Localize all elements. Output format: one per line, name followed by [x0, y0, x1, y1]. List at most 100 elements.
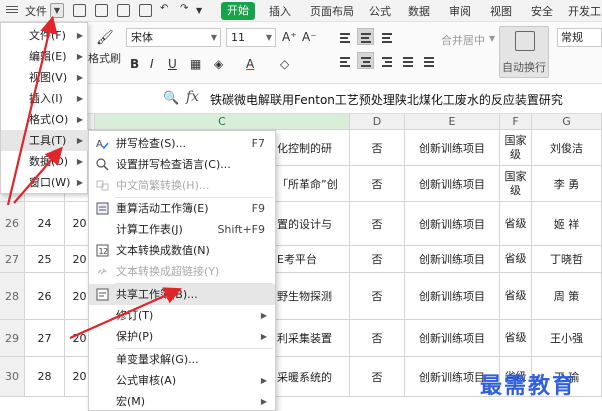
cell-level[interactable]: 省级	[500, 246, 532, 273]
cell-flag[interactable]: 否	[350, 320, 405, 357]
tab-formula[interactable]: 公式	[369, 3, 391, 19]
side-menu-data[interactable]: 数据(D) ▶	[1, 151, 89, 172]
italic-icon[interactable]: I	[150, 57, 154, 71]
redo-icon[interactable]: ↷	[180, 3, 188, 14]
bold-icon[interactable]: B	[130, 57, 139, 71]
align-bottom-button[interactable]	[378, 28, 395, 45]
tab-view[interactable]: 视图	[490, 3, 512, 19]
row-header[interactable]: 30	[0, 357, 25, 397]
side-menu-insert[interactable]: 插入(I) ▶	[1, 88, 89, 109]
align-top-button[interactable]	[336, 28, 353, 45]
hamburger-menu-icon[interactable]	[6, 4, 18, 16]
menu-item-formula-audit[interactable]: 公式审核(A) ▶	[89, 370, 275, 391]
font-color-icon[interactable]: A	[246, 57, 254, 71]
cell-type[interactable]: 创新训练项目	[405, 130, 500, 166]
menu-item-spell-language[interactable]: 设置拼写检查语言(C)...	[89, 154, 275, 175]
column-header-e[interactable]: E	[405, 114, 500, 130]
cell-type[interactable]: 创新训练项目	[405, 273, 500, 320]
row-header[interactable]: 29	[0, 320, 25, 357]
menu-item-protect[interactable]: 保护(P) ▶	[89, 326, 275, 347]
align-right-button[interactable]	[378, 52, 395, 69]
format-painter-icon[interactable]: 🖌	[96, 30, 114, 46]
row-header[interactable]: 28	[0, 273, 25, 320]
column-header-d[interactable]: D	[350, 114, 405, 130]
cell-seq[interactable]: 25	[25, 246, 65, 273]
cell-leader[interactable]: 李 勇	[532, 166, 602, 202]
justify-button[interactable]	[399, 52, 416, 69]
cell-level[interactable]: 省级	[500, 273, 532, 320]
menu-item-goal-seek[interactable]: 单变量求解(G)...	[89, 349, 275, 370]
align-center-button[interactable]	[357, 52, 374, 69]
side-menu-format[interactable]: 格式(O) ▶	[1, 109, 89, 130]
fx-icon[interactable]: fx	[186, 89, 199, 105]
tab-page-layout[interactable]: 页面布局	[310, 3, 354, 19]
menu-item-spell-check[interactable]: A 拼写检查(S)... F7	[89, 133, 275, 154]
align-middle-button[interactable]	[357, 28, 374, 45]
menu-item-calc-sheet[interactable]: 计算工作表(J) Shift+F9	[89, 219, 275, 240]
menu-item-track-changes[interactable]: 修订(T) ▶	[89, 305, 275, 326]
file-menu[interactable]: 文件	[25, 3, 47, 19]
cell-flag[interactable]: 否	[350, 246, 405, 273]
menu-item-macro[interactable]: 宏(M) ▶	[89, 391, 275, 411]
number-format-select[interactable]: 常规	[557, 28, 602, 47]
cell-seq[interactable]: 27	[25, 320, 65, 357]
cell-leader[interactable]: 周 策	[532, 273, 602, 320]
cell-level[interactable]: 国家级	[500, 130, 532, 166]
side-menu-window[interactable]: 窗口(W) ▶	[1, 172, 89, 193]
cell-flag[interactable]: 否	[350, 357, 405, 397]
cell-flag[interactable]: 否	[350, 273, 405, 320]
print-icon[interactable]	[117, 4, 130, 17]
cell-level[interactable]: 国家级	[500, 166, 532, 202]
cell-leader[interactable]: 丁晓哲	[532, 246, 602, 273]
side-menu-tools[interactable]: 工具(T) ▶	[1, 130, 89, 151]
cell-type[interactable]: 创新训练项目	[405, 202, 500, 246]
cell-leader[interactable]: 王小强	[532, 320, 602, 357]
new-file-icon[interactable]	[73, 4, 86, 17]
cell-seq[interactable]: 24	[25, 202, 65, 246]
row-header[interactable]: 27	[0, 246, 25, 273]
cell-level[interactable]: 省级	[500, 202, 532, 246]
side-menu-edit[interactable]: 编辑(E) ▶	[1, 46, 89, 67]
font-shrink-icon[interactable]: A⁻	[302, 30, 317, 44]
open-file-icon[interactable]	[95, 4, 108, 17]
cell-flag[interactable]: 否	[350, 202, 405, 246]
column-header-f[interactable]: F	[500, 114, 532, 130]
menu-item-text-to-hyperlink[interactable]: 文本转换成超链接(Y)	[89, 261, 275, 282]
cell-flag[interactable]: 否	[350, 130, 405, 166]
formula-content[interactable]: 铁碳微电解联用Fenton工艺预处理陕北煤化工废水的反应装置研究	[210, 91, 563, 108]
font-grow-icon[interactable]: A⁺	[282, 30, 297, 44]
distributed-button[interactable]	[420, 52, 437, 69]
row-header[interactable]: 26	[0, 202, 25, 246]
cell-leader[interactable]: 姬 祥	[532, 202, 602, 246]
column-header-c[interactable]: C	[95, 114, 350, 130]
menu-item-recalc-workbook[interactable]: 重算活动工作簿(E) F9	[89, 198, 275, 219]
tab-data[interactable]: 数据	[408, 3, 430, 19]
side-menu-view[interactable]: 视图(V) ▶	[1, 67, 89, 88]
quick-access-more-icon[interactable]: ▼	[196, 6, 202, 15]
tab-developer[interactable]: 开发工	[568, 3, 601, 19]
cell-type[interactable]: 创新训练项目	[405, 320, 500, 357]
cell-seq[interactable]: 26	[25, 273, 65, 320]
side-menu-file[interactable]: 文件(F) ▶	[1, 25, 89, 46]
font-name-select[interactable]: 宋体 ▼	[126, 28, 221, 47]
merge-center-button[interactable]: 合并居中	[441, 32, 485, 48]
border-icon[interactable]: ▦	[190, 57, 201, 71]
column-header-g[interactable]: G	[532, 114, 602, 130]
undo-icon[interactable]: ↶	[160, 3, 168, 14]
font-size-select[interactable]: 11 ▼	[226, 28, 276, 47]
print-preview-icon[interactable]	[139, 4, 152, 17]
tab-security[interactable]: 安全	[531, 3, 553, 19]
menu-item-chinese-convert[interactable]: 中文简繁转换(H)...	[89, 175, 275, 196]
chevron-down-icon[interactable]: ▼	[489, 34, 495, 43]
align-left-button[interactable]	[336, 52, 353, 69]
tab-review[interactable]: 审阅	[449, 3, 471, 19]
cell-leader[interactable]: 刘俊洁	[532, 130, 602, 166]
zoom-search-icon[interactable]: 🔍	[163, 91, 179, 106]
cell-flag[interactable]: 否	[350, 166, 405, 202]
fill-color-icon[interactable]: ◈	[214, 57, 223, 71]
menu-item-share-workbook[interactable]: 共享工作簿(B)...	[89, 284, 275, 305]
wrap-text-button[interactable]: 自动换行	[499, 26, 549, 78]
underline-icon[interactable]: U	[168, 57, 177, 71]
chevron-down-icon[interactable]: ▼	[50, 3, 64, 18]
format-painter-label[interactable]: 格式刷	[88, 50, 121, 66]
